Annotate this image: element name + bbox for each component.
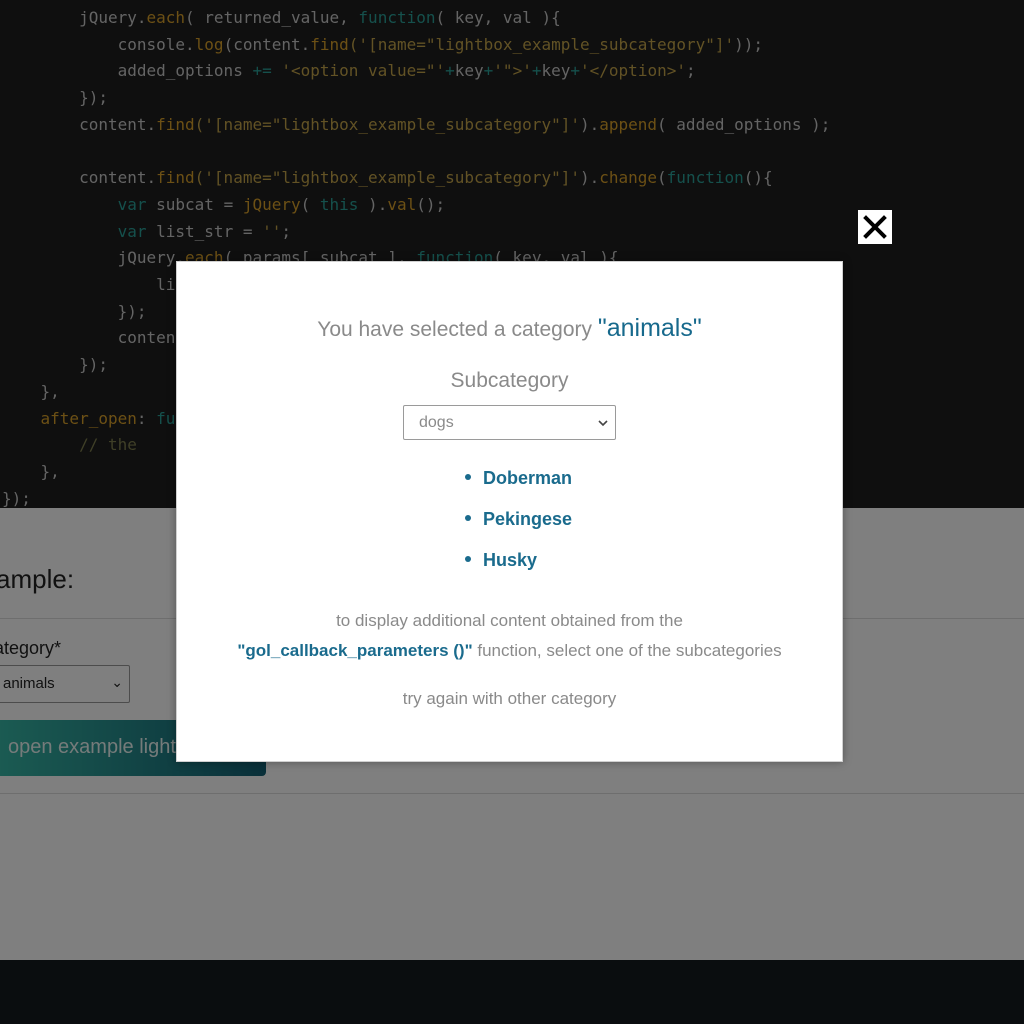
chevron-down-icon — [598, 420, 608, 427]
subcategory-select[interactable]: dogs — [403, 405, 616, 440]
bullet — [465, 556, 471, 563]
close-icon — [863, 215, 887, 239]
close-button[interactable] — [858, 210, 892, 244]
list-item[interactable]: Doberman — [465, 468, 572, 509]
lightbox-modal: You have selected a category "animals" S… — [176, 261, 843, 762]
modal-heading: You have selected a category "animals" — [177, 314, 842, 343]
modal-heading-prefix: You have selected a category — [317, 318, 592, 341]
note-line-2: "gol_callback_parameters ()" function, s… — [177, 641, 842, 661]
retry-text: try again with other category — [402, 689, 617, 708]
list-item-label: Husky — [483, 550, 538, 570]
function-name: "gol_callback_parameters ()" — [237, 641, 473, 660]
selected-category: "animals" — [597, 314, 702, 342]
list-item[interactable]: Husky — [465, 550, 572, 591]
list-item-label: Pekingese — [483, 509, 573, 529]
list-item[interactable]: Pekingese — [465, 509, 572, 550]
subcategory-select-value: dogs — [419, 414, 454, 431]
list-item-label: Doberman — [483, 468, 573, 488]
bullet — [465, 474, 471, 481]
subcategory-item-list: Doberman Pekingese Husky — [465, 468, 572, 591]
bullet — [465, 515, 471, 522]
note-line-1: to display additional content obtained f… — [336, 611, 683, 630]
note-line-2-text: function, select one of the subcategorie… — [472, 641, 782, 660]
subcategory-label: Subcategory — [450, 369, 569, 392]
